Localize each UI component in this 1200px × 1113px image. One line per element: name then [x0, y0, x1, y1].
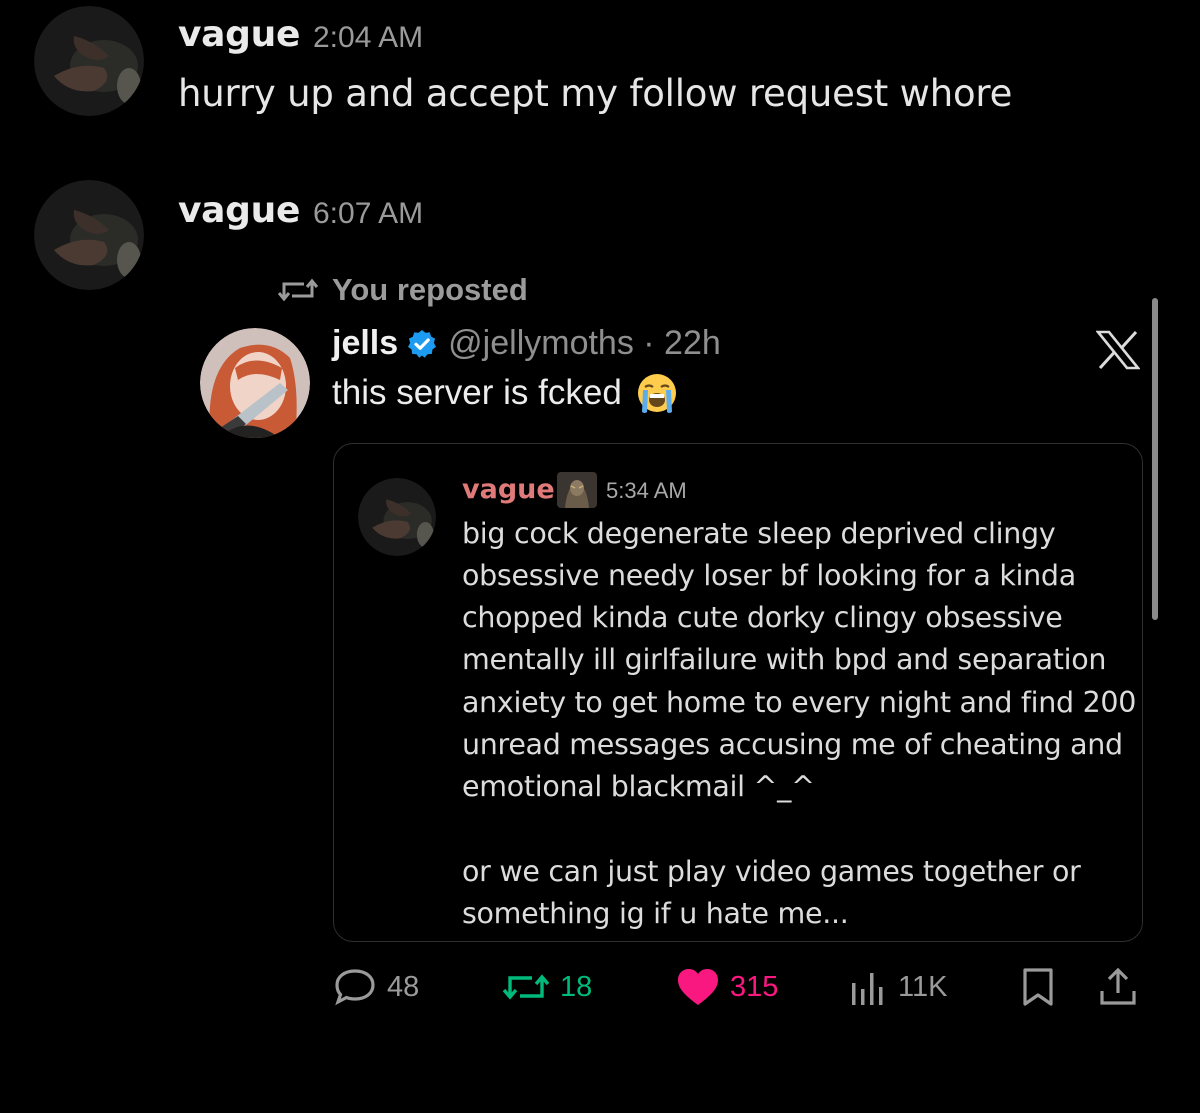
- tweet-author-name[interactable]: jells: [332, 324, 398, 363]
- role-badge-icon: [557, 472, 597, 508]
- reply-button[interactable]: 48: [333, 965, 419, 1009]
- embed-author-name: vague: [462, 474, 555, 505]
- repost-label: You reposted: [332, 272, 528, 307]
- tweet-header: jells @jellymoths · 22h: [332, 324, 721, 363]
- crying-emoji-icon: [636, 372, 678, 414]
- embed-text-line: unread messages accusing me of cheating …: [462, 728, 1123, 761]
- tweet-text: this server is fcked: [332, 372, 678, 414]
- analytics-icon: [852, 973, 883, 1005]
- message-author[interactable]: vague: [178, 14, 300, 55]
- reply-count: 48: [387, 970, 420, 1003]
- repost-icon: [278, 278, 318, 302]
- share-icon: [1100, 967, 1136, 1005]
- message-text: hurry up and accept my follow request wh…: [178, 72, 1013, 115]
- repost-count: 18: [560, 970, 593, 1003]
- tweet-handle-time[interactable]: @jellymoths · 22h: [448, 324, 721, 363]
- embed-text-line: or we can just play video games together…: [462, 855, 1081, 888]
- bookmark-button[interactable]: [1020, 965, 1066, 1009]
- embed-timestamp: 5:34 AM: [606, 478, 687, 503]
- embed-text-line: anxiety to get home to every night and f…: [462, 686, 1137, 719]
- embed-text-line: mentally ill girlfailure with bpd and se…: [462, 643, 1107, 676]
- x-logo-icon: [1095, 330, 1141, 374]
- avatar[interactable]: [34, 180, 144, 290]
- embed-avatar: [358, 478, 436, 556]
- embed-text-line: big cock degenerate sleep deprived cling…: [462, 517, 1056, 550]
- repost-indicator: You reposted: [278, 272, 528, 308]
- message-author[interactable]: vague: [178, 190, 300, 231]
- scrollbar[interactable]: [1152, 298, 1158, 620]
- tweet-action-bar: 48 18 315 11K: [0, 965, 1200, 1009]
- view-count: 11K: [898, 970, 948, 1003]
- embed-text-line: obsessive needy loser bf looking for a k…: [462, 559, 1076, 592]
- message-timestamp: 6:07 AM: [313, 197, 424, 230]
- message-timestamp: 2:04 AM: [313, 21, 424, 54]
- like-button[interactable]: 315: [676, 965, 778, 1009]
- repost-button[interactable]: 18: [502, 965, 592, 1009]
- embed-text-line: chopped kinda cute dorky clingy obsessiv…: [462, 601, 1063, 634]
- bookmark-icon: [1023, 968, 1053, 1006]
- like-count: 315: [730, 970, 779, 1003]
- share-button[interactable]: [1098, 965, 1148, 1009]
- avatar[interactable]: [34, 6, 144, 116]
- embed-text-line: emotional blackmail ^_^: [462, 770, 815, 803]
- tweet-author-avatar[interactable]: [200, 328, 310, 438]
- reply-icon: [335, 969, 375, 1006]
- views-button[interactable]: 11K: [848, 965, 947, 1009]
- heart-icon: [678, 969, 718, 1005]
- tweet-text-content: this server is fcked: [332, 373, 622, 412]
- repost-icon: [502, 974, 550, 1000]
- embed-text-line: something ig if u hate me...: [462, 897, 849, 930]
- verified-badge-icon: [408, 329, 437, 358]
